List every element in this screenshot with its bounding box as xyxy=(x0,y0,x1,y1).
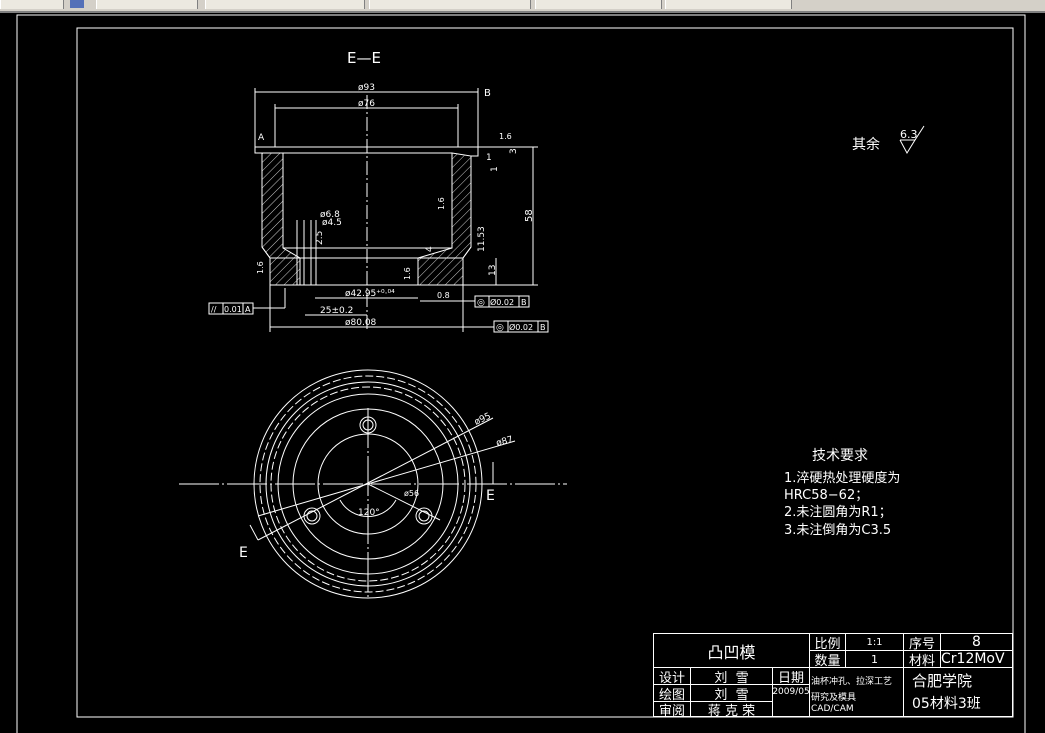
dim-d95: ø95 xyxy=(473,411,493,427)
svg-text:其余: 其余 xyxy=(852,136,880,153)
project-line: CAD/CAM xyxy=(811,704,854,714)
section-label: E—E xyxy=(347,49,381,67)
dim-d87: ø87 xyxy=(495,435,514,449)
tech-title: 技术要求 xyxy=(812,448,868,464)
review-label: 审阅 xyxy=(653,701,691,717)
qty-value: 1 xyxy=(845,650,904,668)
dim-h1a: 1 xyxy=(486,153,492,163)
draw-label: 绘图 xyxy=(653,684,691,702)
inner-frame xyxy=(76,27,1014,718)
tech-line: 2.未注圆角为R1； xyxy=(784,505,892,520)
seq-label: 序号 xyxy=(903,633,941,651)
date-label: 日期 xyxy=(772,667,810,685)
review-name: 蒋 克 荣 xyxy=(690,701,773,717)
tolerance-frame-concentric-2: ◎ Ø0.02 B xyxy=(463,320,549,333)
dim-r56: ø56 xyxy=(404,489,419,498)
cut-label-right: E xyxy=(486,488,495,504)
design-name: 刘 雪 xyxy=(690,667,773,685)
dim-d4295: ø42.95⁺⁰·⁰⁴ xyxy=(345,289,395,299)
tech-line: 3.未注倒角为C3.5 xyxy=(784,523,892,538)
svg-text:Ø0.02: Ø0.02 xyxy=(490,297,514,307)
svg-text:◎: ◎ xyxy=(496,323,504,333)
datum-a-label: A xyxy=(258,133,265,143)
tolerance-frame-parallel: // 0.01 A xyxy=(208,288,286,315)
dim-d93: ø93 xyxy=(358,83,375,93)
dim-d45: ø4.5 xyxy=(322,218,342,228)
roughness-bore: 1.6 xyxy=(437,197,446,210)
roughness-top: 1.6 xyxy=(499,132,512,141)
dim-l25: 25±0.2 xyxy=(320,306,353,316)
surface-roughness-note: 其余 6.3 xyxy=(852,125,925,155)
svg-text:Ø0.02: Ø0.02 xyxy=(509,322,533,332)
drawing-canvas[interactable]: E—E ø93 B ø76 ø6.8 ø4.5 2.5 ø42.95⁺⁰·⁰⁴ … xyxy=(0,0,1045,733)
dim-h25: 2.5 xyxy=(315,231,325,245)
plan-view: ø95 ø87 ø56 120° E E xyxy=(179,369,567,599)
qty-label: 数量 xyxy=(809,650,846,668)
svg-text:B: B xyxy=(540,323,546,332)
material-value: Cr12MoV xyxy=(940,650,1013,668)
datum-b-label: B xyxy=(484,88,491,99)
roughness-step: 1.6 xyxy=(403,267,412,280)
svg-text://: // xyxy=(211,305,217,314)
project-line: 研究及模具 xyxy=(811,693,857,703)
date-value: 2009/05 xyxy=(772,684,810,717)
dim-d8008: ø80.08 xyxy=(345,318,377,328)
project-line: 油杯冲孔、拉深工艺 xyxy=(811,677,893,687)
class-name: 05材料3班 xyxy=(912,696,981,712)
dim-d76: ø76 xyxy=(358,99,375,109)
roughness-bottom: 0.8 xyxy=(437,291,450,300)
material-label: 材料 xyxy=(903,650,941,668)
project-cell: 油杯冲孔、拉深工艺 研究及模具 CAD/CAM xyxy=(809,667,904,717)
roughness-left: 1.6 xyxy=(256,261,265,274)
svg-text:◎: ◎ xyxy=(477,298,485,308)
design-label: 设计 xyxy=(653,667,691,685)
section-view: E—E ø93 B ø76 ø6.8 ø4.5 2.5 ø42.95⁺⁰·⁰⁴ … xyxy=(208,49,549,333)
part-name: 凸凹模 xyxy=(653,633,810,668)
dim-h58: 58 xyxy=(524,209,535,222)
dim-h4: 4 xyxy=(425,246,435,252)
scale-value: 1:1 xyxy=(845,633,904,651)
dim-angle: 120° xyxy=(358,508,380,518)
cut-label-left: E xyxy=(239,545,248,561)
svg-text:A: A xyxy=(245,305,251,314)
svg-text:6.3: 6.3 xyxy=(900,128,918,141)
svg-text:B: B xyxy=(521,298,527,307)
outer-frame xyxy=(16,14,1026,733)
draw-name: 刘 雪 xyxy=(690,684,773,702)
seq-value: 8 xyxy=(940,633,1013,651)
school-name: 合肥学院 xyxy=(912,672,973,690)
school-cell: 合肥学院 05材料3班 xyxy=(903,667,1013,717)
dim-h13: 13 xyxy=(488,265,498,276)
dim-h1b: 1 xyxy=(490,166,500,172)
svg-text:0.01: 0.01 xyxy=(224,305,242,314)
scale-label: 比例 xyxy=(809,633,846,651)
dim-h3: 3 xyxy=(509,148,519,154)
dim-h1153: 11.53 xyxy=(477,226,487,252)
